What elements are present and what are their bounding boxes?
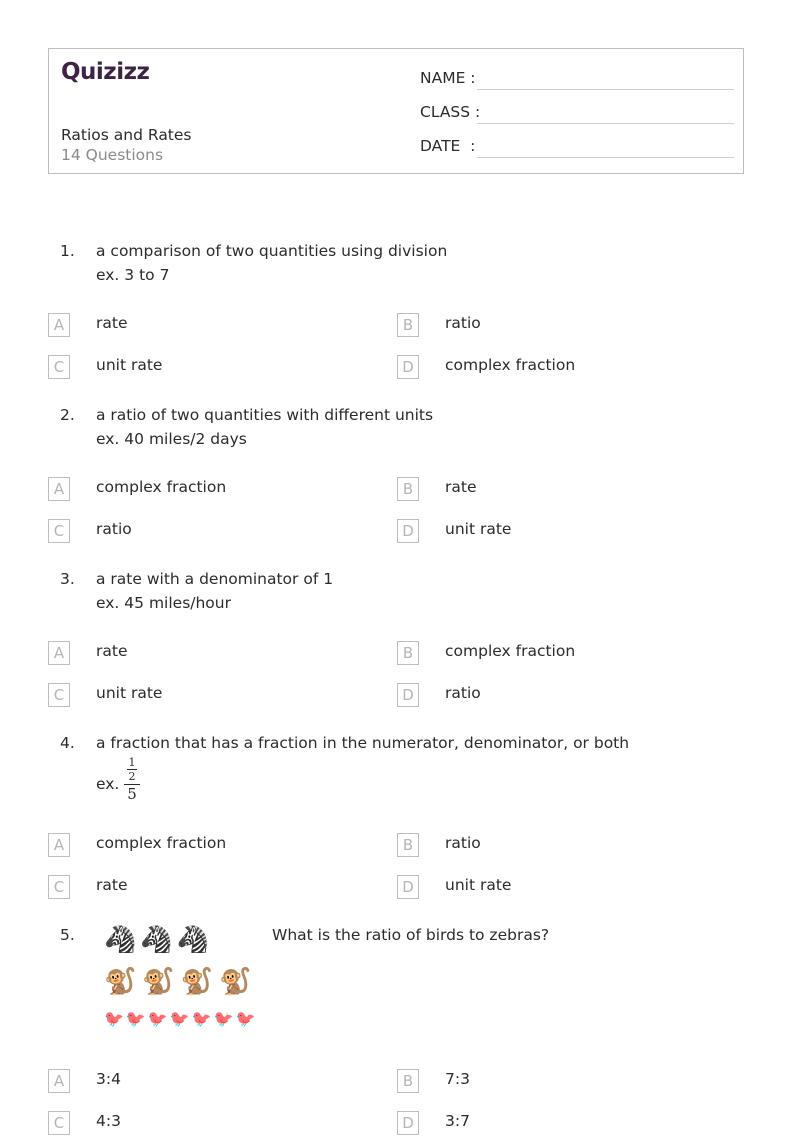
bird-icon: 🐦 [104,1009,124,1028]
question-example-prefix: ex. [96,775,120,793]
option-letter: D [397,355,419,379]
worksheet-title: Ratios and Rates [61,126,192,144]
class-field: CLASS : [420,101,734,135]
option-letter: C [48,1111,70,1135]
question-prompt: a ratio of two quantities with different… [96,406,434,424]
worksheet-header: Quizizz Ratios and Rates 14 Questions NA… [48,48,744,174]
question-number: 4. [60,734,75,752]
monkey-icon: 🐒 [104,967,137,997]
zebra-row: 🦓 🦓 🦓 [104,925,254,963]
option-letter: A [48,1069,70,1093]
bird-icon: 🐦 [169,1009,190,1028]
bird-icon: 🐦 [125,1009,146,1028]
question-number: 3. [60,570,75,588]
monkey-icon: 🐒 [219,967,252,997]
question-text: a fraction that has a fraction in the nu… [96,731,629,796]
date-line[interactable] [477,157,734,158]
bird-icon: 🐦 [191,1009,212,1028]
option-letter: D [397,683,419,707]
option-text: unit rate [445,876,512,894]
question-prompt: a comparison of two quantities using div… [96,242,448,260]
inner-denominator: 2 [128,770,136,783]
option-letter: B [397,477,419,501]
monkey-row: 🐒 🐒 🐒 🐒 [104,967,254,1005]
question-count: 14 Questions [61,146,164,164]
option-text: rate [96,314,128,332]
option-letter: B [397,1069,419,1093]
option-letter: C [48,519,70,543]
option-letter: C [48,683,70,707]
option-text: complex fraction [96,478,227,496]
question-example: ex. 40 miles/2 days [96,430,247,448]
monkey-icon: 🐒 [180,967,214,997]
option-text: rate [445,478,477,496]
zebra-icon: 🦓 [104,925,137,955]
inner-fraction: 1 2 [124,757,140,782]
option-letter: B [397,313,419,337]
option-letter: A [48,313,70,337]
option-letter: D [397,875,419,899]
option-text: complex fraction [445,642,576,660]
option-letter: A [48,833,70,857]
question-text: What is the ratio of birds to zebras? [272,926,550,944]
option-letter: A [48,641,70,665]
class-line[interactable] [477,123,734,124]
question-text: a comparison of two quantities using div… [96,239,447,287]
option-text: 4:3 [96,1112,121,1130]
option-letter: D [397,1111,419,1135]
option-text: unit rate [96,684,163,702]
option-text: unit rate [445,520,512,538]
option-text: rate [96,876,128,894]
option-text: rate [96,642,128,660]
option-text: ratio [445,314,481,332]
option-text: complex fraction [445,356,576,374]
question-number: 1. [60,242,75,260]
name-line[interactable] [477,89,734,90]
option-letter: A [48,477,70,501]
option-letter: C [48,875,70,899]
option-text: 7:3 [445,1070,470,1088]
student-info-fields: NAME : CLASS : DATE : [420,67,734,169]
complex-fraction: 1 2 5 [124,757,140,802]
question-number: 5. [60,926,75,944]
question-number: 2. [60,406,75,424]
monkey-icon: 🐒 [142,967,175,997]
option-text: complex fraction [96,834,227,852]
option-text: 3:7 [445,1112,470,1130]
bird-row: 🐦 🐦 🐦 🐦 🐦 🐦 🐦 [104,1009,256,1029]
option-letter: D [397,519,419,543]
option-text: ratio [445,684,481,702]
question-text: a rate with a denominator of 1 ex. 45 mi… [96,567,333,615]
fraction-denominator: 5 [127,785,137,803]
bird-icon: 🐦 [147,1009,168,1028]
zebra-icon: 🦓 [176,925,210,955]
question-example: ex. 45 miles/hour [96,594,231,612]
zebra-icon: 🦓 [140,925,173,955]
name-field: NAME : [420,67,734,101]
option-letter: B [397,833,419,857]
bird-icon: 🐦 [235,1009,256,1028]
option-letter: B [397,641,419,665]
animal-picture: 🦓 🦓 🦓 🐒 🐒 🐒 🐒 🐦 🐦 🐦 🐦 🐦 🐦 🐦 [104,925,255,1028]
class-label: CLASS : [420,103,481,121]
quizizz-logo: Quizizz [61,59,150,85]
date-label: DATE : [420,137,476,155]
option-text: 3:4 [96,1070,121,1088]
question-prompt: a rate with a denominator of 1 [96,570,334,588]
name-label: NAME : [420,69,476,87]
bird-icon: 🐦 [213,1009,234,1028]
question-prompt: a fraction that has a fraction in the nu… [96,734,630,752]
date-field: DATE : [420,135,734,169]
inner-numerator: 1 [128,756,136,769]
option-text: ratio [445,834,481,852]
question-text: a ratio of two quantities with different… [96,403,433,451]
option-letter: C [48,355,70,379]
option-text: unit rate [96,356,163,374]
question-example: ex. 3 to 7 [96,266,170,284]
option-text: ratio [96,520,132,538]
